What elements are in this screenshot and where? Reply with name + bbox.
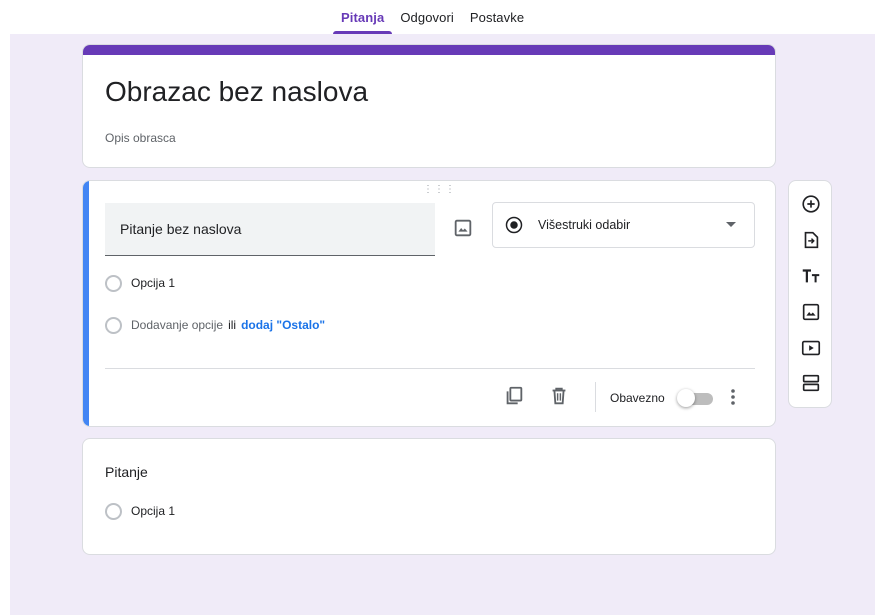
question-footer-divider (105, 368, 755, 369)
image-icon[interactable] (800, 301, 822, 323)
active-card-indicator (83, 181, 89, 426)
question-title-input[interactable]: Pitanje bez naslova (105, 203, 435, 256)
add-option-row: Dodavanje opcije ili dodaj "Ostalo" (105, 315, 325, 335)
option-row: Opcija 1 (105, 273, 175, 293)
tab-responses[interactable]: Odgovori (392, 0, 462, 34)
required-label: Obavezno (610, 391, 665, 405)
radio-circle-icon (105, 502, 122, 520)
title-icon[interactable] (800, 265, 822, 287)
tabs: Pitanja Odgovori Postavke (333, 0, 532, 34)
more-vert-icon[interactable] (725, 386, 741, 408)
required-toggle[interactable] (677, 389, 715, 407)
question-card[interactable]: Pitanje Opcija 1 (82, 438, 776, 555)
toggle-knob (677, 389, 695, 407)
question-type-label: Višestruki odabir (538, 218, 631, 232)
option-label[interactable]: Opcija 1 (131, 276, 175, 290)
import-icon[interactable] (800, 229, 822, 251)
form-title[interactable]: Obrazac bez naslova (105, 76, 368, 108)
radio-button-checked-icon (505, 216, 523, 234)
tab-questions[interactable]: Pitanja (333, 0, 393, 34)
caret-down-icon (726, 222, 736, 227)
question-title: Pitanje (105, 464, 148, 480)
radio-circle-icon (105, 316, 122, 334)
side-toolbar (788, 180, 832, 408)
left-margin (0, 34, 10, 615)
form-header-card[interactable]: Obrazac bez naslova Opis obrasca (82, 44, 776, 168)
drag-handle-icon[interactable]: ⋮⋮⋮ (423, 185, 456, 195)
tab-settings[interactable]: Postavke (462, 0, 532, 34)
radio-circle-icon (105, 274, 122, 292)
option-row: Opcija 1 (105, 501, 175, 521)
footer-separator (595, 382, 596, 412)
question-type-dropdown[interactable]: Višestruki odabir (492, 202, 755, 248)
top-nav-bar: Pitanja Odgovori Postavke (0, 0, 875, 34)
or-separator: ili (228, 318, 237, 332)
section-icon[interactable] (800, 372, 822, 394)
image-icon[interactable] (452, 217, 474, 239)
header-accent-stripe (83, 45, 775, 55)
option-label: Opcija 1 (131, 504, 176, 518)
add-circle-icon[interactable] (800, 193, 822, 215)
add-option-input[interactable]: Dodavanje opcije (131, 318, 223, 332)
copy-icon[interactable] (503, 385, 525, 407)
video-icon[interactable] (800, 337, 822, 359)
form-description[interactable]: Opis obrasca (105, 131, 176, 145)
trash-icon[interactable] (548, 385, 570, 407)
question-card-active[interactable]: ⋮⋮⋮ Pitanje bez naslova Višestruki odabi… (82, 180, 776, 427)
add-other-link[interactable]: dodaj "Ostalo" (241, 318, 325, 332)
